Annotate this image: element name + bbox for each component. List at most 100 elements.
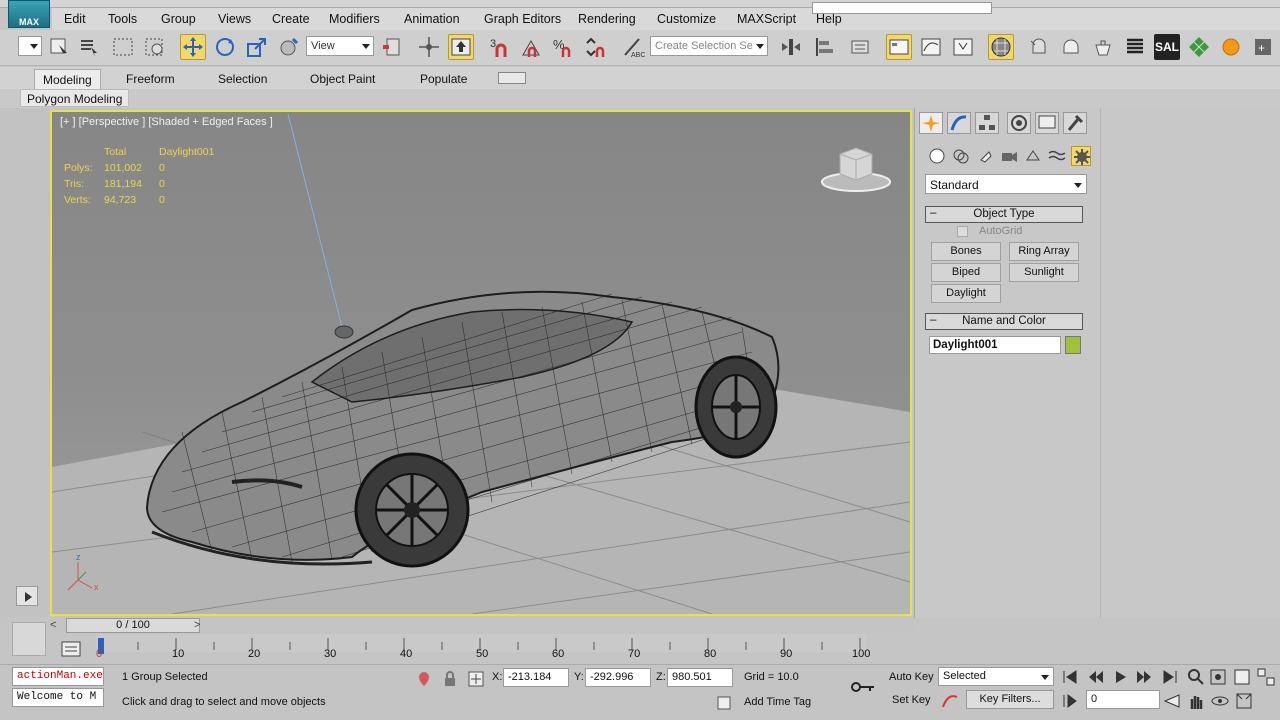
layer-explorer-icon[interactable] xyxy=(848,34,874,60)
go-to-start-icon[interactable] xyxy=(1060,667,1080,687)
geometry-icon[interactable] xyxy=(927,146,947,166)
name-and-color-rollout[interactable]: – Name and Color xyxy=(925,313,1083,330)
previous-frame-icon[interactable] xyxy=(1086,667,1106,687)
reference-coordinate-dropdown[interactable]: View xyxy=(306,36,374,56)
create-tab-icon[interactable] xyxy=(919,112,943,134)
mirror-icon[interactable] xyxy=(778,34,804,60)
lock-selection-icon[interactable] xyxy=(440,669,460,689)
zoom-icon[interactable] xyxy=(1186,667,1206,687)
search-field[interactable] xyxy=(812,2,992,14)
play-sidebar-button[interactable] xyxy=(16,586,38,606)
rendered-frame-window-icon[interactable] xyxy=(1058,34,1084,60)
cameras-icon[interactable] xyxy=(999,146,1019,166)
select-and-place-icon[interactable] xyxy=(276,34,302,60)
bones-button[interactable]: Bones xyxy=(931,242,1001,261)
object-color-swatch[interactable] xyxy=(1065,336,1081,354)
application-button[interactable]: MAX xyxy=(8,0,50,28)
go-to-end-icon[interactable] xyxy=(1160,667,1180,687)
snaps-toggle-icon[interactable]: 3 xyxy=(486,34,512,60)
maximize-viewport-icon[interactable] xyxy=(1234,691,1254,711)
field-of-view-icon[interactable] xyxy=(1162,691,1182,711)
track-bar-menu-icon[interactable] xyxy=(60,640,82,658)
curve-editor-icon[interactable] xyxy=(918,34,944,60)
menu-group[interactable]: Group xyxy=(161,12,196,26)
mini-listener-toggle[interactable] xyxy=(12,622,46,656)
tab-modeling[interactable]: Modeling xyxy=(34,69,101,89)
select-and-rotate-icon[interactable] xyxy=(212,34,238,60)
menu-help[interactable]: Help xyxy=(816,12,842,26)
zoom-extents-icon[interactable] xyxy=(1232,667,1252,687)
angle-snap-icon[interactable] xyxy=(518,34,544,60)
tab-populate[interactable]: Populate xyxy=(412,69,475,89)
rect-selection-icon[interactable] xyxy=(110,34,136,60)
menu-edit[interactable]: Edit xyxy=(64,12,86,26)
zoom-extents-all-icon[interactable] xyxy=(1256,667,1276,687)
systems-icon[interactable] xyxy=(1071,146,1091,166)
sal-button[interactable]: SAL xyxy=(1154,34,1180,60)
menu-animation[interactable]: Animation xyxy=(404,12,460,26)
key-filters-button[interactable]: Key Filters... xyxy=(966,690,1054,709)
named-selection-set-dropdown[interactable]: Create Selection Se xyxy=(650,36,768,56)
category-dropdown[interactable]: Standard xyxy=(925,174,1087,194)
select-object-icon[interactable] xyxy=(46,34,72,60)
extension-icon[interactable]: + xyxy=(1250,34,1276,60)
shapes-icon[interactable] xyxy=(951,146,971,166)
isolate-selection-icon[interactable] xyxy=(414,669,434,689)
align-icon[interactable] xyxy=(812,34,838,60)
display-tab-icon[interactable] xyxy=(1035,112,1059,134)
edit-named-selection-icon[interactable]: ABC xyxy=(620,34,646,60)
tab-object-paint[interactable]: Object Paint xyxy=(302,69,383,89)
space-warps-icon[interactable] xyxy=(1047,146,1067,166)
scene-explorer-icon[interactable] xyxy=(886,34,912,60)
select-by-name-icon[interactable] xyxy=(76,34,102,60)
key-mode-toggle-icon[interactable] xyxy=(1060,691,1080,711)
time-slider[interactable]: 0 / 100 xyxy=(66,618,200,633)
lights-icon[interactable] xyxy=(975,146,995,166)
biped-button[interactable]: Biped xyxy=(931,263,1001,282)
time-prev-arrow[interactable]: < xyxy=(50,619,62,633)
ribbon-options-dropdown[interactable] xyxy=(498,72,526,84)
keyboard-shortcut-override-icon[interactable] xyxy=(448,34,474,60)
schematic-view-icon[interactable] xyxy=(950,34,976,60)
pivot-center-icon[interactable] xyxy=(380,34,406,60)
utilities-tab-icon[interactable] xyxy=(1063,112,1087,134)
current-frame-field[interactable]: 0 xyxy=(1086,690,1160,709)
key-curve-icon[interactable] xyxy=(940,691,960,711)
menu-customize[interactable]: Customize xyxy=(657,12,716,26)
object-name-input[interactable]: Daylight001 xyxy=(929,336,1061,354)
play-icon[interactable] xyxy=(1110,667,1130,687)
menu-rendering[interactable]: Rendering xyxy=(578,12,636,26)
selection-filter-dropdown[interactable] xyxy=(18,36,42,56)
ring-array-button[interactable]: Ring Array xyxy=(1009,242,1079,261)
set-key-button[interactable]: Set Key xyxy=(892,694,931,706)
select-and-move-icon[interactable] xyxy=(180,34,206,60)
orbit-icon[interactable] xyxy=(1210,691,1230,711)
menu-maxscript[interactable]: MAXScript xyxy=(737,12,796,26)
spinner-snap-icon[interactable] xyxy=(582,34,608,60)
percent-snap-icon[interactable]: % xyxy=(550,34,576,60)
time-next-arrow[interactable]: > xyxy=(194,619,206,633)
manipulate-icon[interactable] xyxy=(416,34,442,60)
object-type-rollout[interactable]: – Object Type xyxy=(925,206,1083,223)
x-coordinate-field[interactable]: -213.184 xyxy=(503,668,569,687)
tab-selection[interactable]: Selection xyxy=(210,69,275,89)
viewcube[interactable] xyxy=(820,144,892,194)
add-time-tag-button[interactable]: Add Time Tag xyxy=(744,696,811,708)
script-listener-output[interactable]: actionMan.exe xyxy=(12,667,104,686)
hierarchy-tab-icon[interactable] xyxy=(975,112,999,134)
menu-create[interactable]: Create xyxy=(272,12,310,26)
key-mode-dropdown[interactable]: Selected xyxy=(938,667,1054,686)
set-key-icon[interactable] xyxy=(850,677,876,697)
z-coordinate-field[interactable]: 980.501 xyxy=(667,668,733,687)
menu-graph-editors[interactable]: Graph Editors xyxy=(484,12,561,26)
zoom-all-icon[interactable] xyxy=(1208,667,1228,687)
render-setup-icon[interactable] xyxy=(1026,34,1052,60)
menu-views[interactable]: Views xyxy=(218,12,251,26)
y-coordinate-field[interactable]: -292.996 xyxy=(585,668,651,687)
autogrid-checkbox[interactable] xyxy=(957,226,968,237)
modify-tab-icon[interactable] xyxy=(947,112,971,134)
next-frame-icon[interactable] xyxy=(1134,667,1154,687)
material-editor-icon[interactable] xyxy=(988,34,1014,60)
script-listener-input[interactable]: Welcome to M xyxy=(12,688,104,707)
absolute-mode-icon[interactable] xyxy=(466,669,486,689)
